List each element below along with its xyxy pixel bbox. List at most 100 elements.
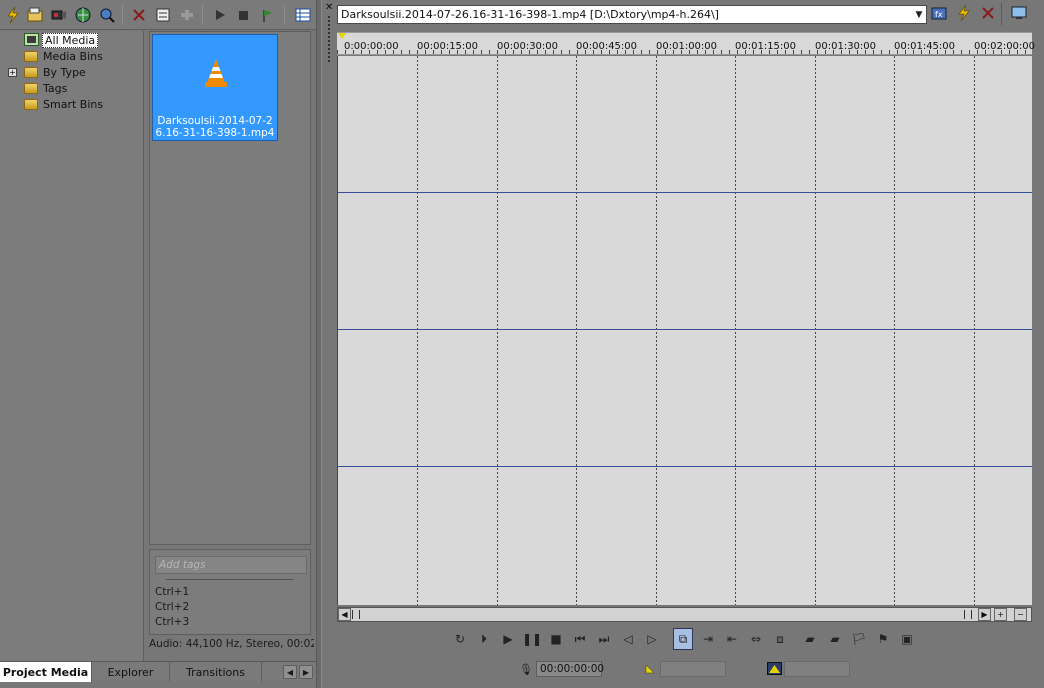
- create-subclip-icon[interactable]: ⧈: [770, 628, 790, 650]
- trimmer-file-select[interactable]: Darksoulsii.2014-07-26.16-31-16-398-1.mp…: [337, 5, 927, 24]
- tree-item-media-bins[interactable]: Media Bins: [24, 49, 105, 64]
- tab-explorer[interactable]: Explorer: [92, 662, 170, 682]
- media-bins-tree: All Media Media Bins + By Type Tags Smar…: [0, 31, 144, 661]
- microphone-icon: 🎙: [519, 662, 533, 676]
- grid-line: [815, 56, 816, 605]
- zoom-out-icon[interactable]: −: [1014, 608, 1027, 621]
- scroll-right-icon[interactable]: ▶: [978, 608, 991, 621]
- lightning-icon[interactable]: [4, 6, 22, 24]
- media-properties-icon[interactable]: [154, 6, 172, 24]
- toolbar-divider: [1001, 3, 1002, 25]
- capture-icon[interactable]: [50, 6, 68, 24]
- tree-item-label: Smart Bins: [43, 98, 104, 111]
- pause-icon[interactable]: ❚❚: [522, 628, 542, 650]
- selection-start-field[interactable]: [660, 661, 726, 677]
- tab-scroll-right-icon[interactable]: ▶: [299, 665, 313, 679]
- transport-bar: ↻ ⏵ ▶ ❚❚ ■ ⏮ ⏭ ◁ ▷ ⧉ ⇥ ⇤ ⇔ ⧈ ▰ ▰ 🏳 ⚑ ▣: [448, 628, 923, 650]
- play-from-start-icon[interactable]: ⏵: [474, 628, 494, 650]
- tab-project-media[interactable]: Project Media: [0, 662, 92, 682]
- add-tags-input[interactable]: Add tags: [155, 556, 307, 574]
- file-select-value: Darksoulsii.2014-07-26.16-31-16-398-1.mp…: [341, 8, 719, 21]
- selection-length-icon: [767, 662, 782, 675]
- media-item-caption: Darksoulsii.2014-07-26.16-31-16-398-1.mp…: [155, 115, 275, 139]
- tab-transitions[interactable]: Transitions: [170, 662, 262, 682]
- search-media-icon[interactable]: [98, 6, 116, 24]
- tree-item-label: By Type: [43, 66, 86, 79]
- scroll-thumb-right-handle[interactable]: [964, 610, 972, 619]
- insert-region-icon[interactable]: ⚑: [873, 628, 893, 650]
- folder-icon: [24, 51, 38, 62]
- in-point-icon: [645, 664, 655, 674]
- trimmer-track-area[interactable]: [337, 56, 1032, 605]
- selection-length-field[interactable]: [784, 661, 850, 677]
- auto-preview-icon[interactable]: [258, 6, 276, 24]
- add-region-icon[interactable]: ▰: [800, 628, 820, 650]
- vlc-cone-icon: [204, 59, 228, 89]
- timeline-ruler[interactable]: 0:00:00:00 00:00:15:00 00:00:30:00 00:00…: [337, 32, 1035, 55]
- next-frame-icon[interactable]: ▷: [642, 628, 662, 650]
- project-media-toolbar: [0, 0, 316, 30]
- views-icon[interactable]: [294, 6, 312, 24]
- grid-line: [417, 56, 418, 605]
- track-divider: [338, 466, 1032, 467]
- chevron-down-icon[interactable]: ▼: [912, 6, 926, 23]
- get-media-web-icon[interactable]: [74, 6, 92, 24]
- play-icon[interactable]: ▶: [498, 628, 518, 650]
- shortcut-label: Ctrl+1: [155, 586, 190, 598]
- import-media-icon[interactable]: [26, 6, 44, 24]
- tree-item-tags[interactable]: Tags: [24, 81, 69, 96]
- stop-icon[interactable]: [234, 6, 252, 24]
- grid-line: [497, 56, 498, 605]
- media-status-text: Audio: 44,100 Hz, Stereo, 00:02:: [149, 638, 314, 650]
- folder-icon: [24, 83, 38, 94]
- expand-icon[interactable]: +: [8, 68, 17, 77]
- media-fx-icon[interactable]: fx: [930, 4, 948, 22]
- lightning-icon[interactable]: [955, 4, 973, 22]
- grid-line: [974, 56, 975, 605]
- grid-line: [576, 56, 577, 605]
- all-media-icon: [24, 32, 39, 49]
- previous-frame-icon[interactable]: ◁: [618, 628, 638, 650]
- timeline-scrollbar[interactable]: ◀ ▶ + −: [337, 607, 1032, 622]
- remove-icon[interactable]: [979, 4, 997, 22]
- auto-ripple-icon[interactable]: ⧉: [673, 628, 693, 650]
- folder-icon: [24, 67, 38, 78]
- media-item-thumbnail[interactable]: Darksoulsii.2014-07-26.16-31-16-398-1.mp…: [152, 34, 278, 141]
- monitor-icon[interactable]: [1010, 4, 1028, 22]
- tags-box: Add tags Ctrl+1 Ctrl+2 Ctrl+3: [149, 549, 311, 635]
- cursor-timecode[interactable]: 00:00:00:00: [536, 661, 604, 677]
- grid-line: [894, 56, 895, 605]
- scroll-left-icon[interactable]: ◀: [338, 608, 351, 621]
- drag-grip-handle[interactable]: [328, 16, 330, 62]
- grid-line: [735, 56, 736, 605]
- add-to-timeline-icon[interactable]: ⇥: [698, 628, 718, 650]
- tree-item-smart-bins[interactable]: Smart Bins: [24, 97, 105, 112]
- grid-line: [656, 56, 657, 605]
- tree-item-by-type[interactable]: By Type: [24, 65, 88, 80]
- save-region-icon[interactable]: ▣: [897, 628, 917, 650]
- go-to-start-icon[interactable]: ⏮: [570, 628, 590, 650]
- play-icon[interactable]: [211, 6, 229, 24]
- scroll-thumb-left-handle[interactable]: [352, 610, 360, 619]
- folder-icon: [24, 99, 38, 110]
- zoom-in-icon[interactable]: +: [994, 608, 1007, 621]
- window-docking-tabs: Project Media Explorer Transitions ◀ ▶: [0, 661, 316, 682]
- close-icon[interactable]: ✕: [325, 3, 335, 13]
- track-divider: [338, 192, 1032, 193]
- toolbar-divider: [202, 5, 203, 25]
- insert-marker-icon[interactable]: 🏳: [849, 628, 869, 650]
- tree-item-all-media[interactable]: All Media: [24, 32, 99, 49]
- stop-icon[interactable]: ■: [546, 628, 566, 650]
- add-selection-icon[interactable]: ▰: [825, 628, 845, 650]
- delete-icon[interactable]: [130, 6, 148, 24]
- loop-icon[interactable]: ↻: [450, 628, 470, 650]
- shortcut-label: Ctrl+3: [155, 616, 190, 628]
- tree-item-label: Tags: [43, 82, 68, 95]
- cursor-marker-icon[interactable]: [338, 33, 346, 39]
- go-to-end-icon[interactable]: ⏭: [594, 628, 614, 650]
- fit-to-fill-icon[interactable]: ⇔: [746, 628, 766, 650]
- add-before-cursor-icon[interactable]: ⇤: [722, 628, 742, 650]
- toolbar-divider: [122, 5, 123, 25]
- toolbar-divider: [284, 5, 285, 25]
- tab-scroll-left-icon[interactable]: ◀: [283, 665, 297, 679]
